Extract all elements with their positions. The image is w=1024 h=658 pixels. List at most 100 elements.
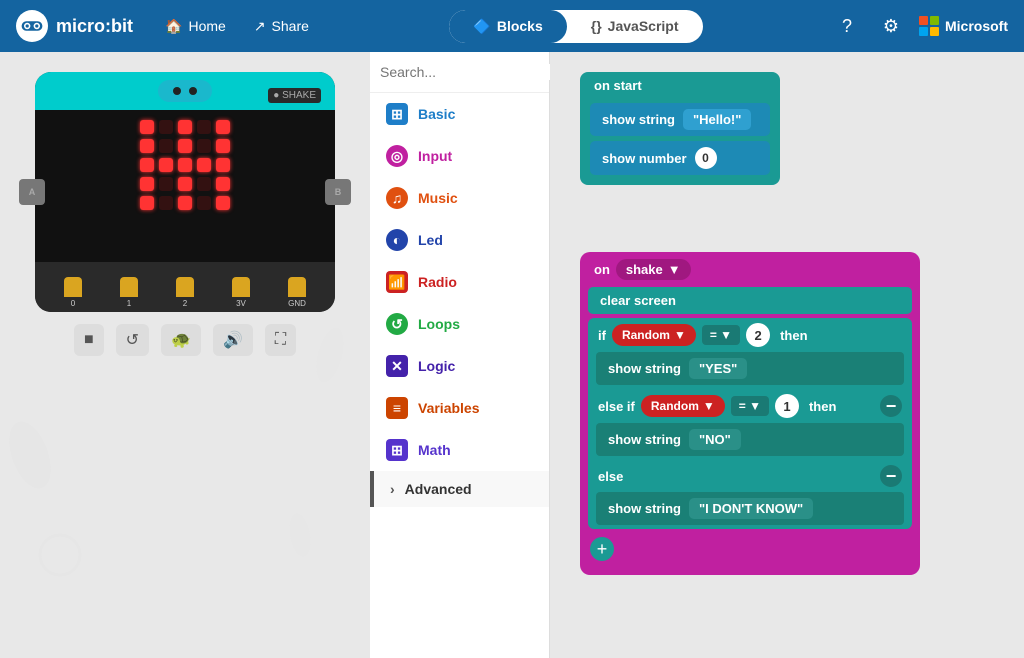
variables-label: Variables xyxy=(418,400,480,416)
advanced-label: Advanced xyxy=(405,481,472,497)
toolbox-item-logic[interactable]: ✕ Logic xyxy=(370,345,549,387)
show-number-row[interactable]: show number 0 xyxy=(590,141,770,175)
tab-group: 🔷 Blocks {} JavaScript xyxy=(449,10,702,43)
logo-text: micro:bit xyxy=(56,16,133,37)
oval-sensor xyxy=(158,80,212,102)
tab-blocks[interactable]: 🔷 Blocks xyxy=(449,10,566,43)
led-2-2 xyxy=(178,158,192,172)
show-string-row[interactable]: show string "Hello!" xyxy=(590,103,770,136)
if-block: if Random ▼ = ▼ 2 then xyxy=(588,318,912,529)
microbit-logo-icon xyxy=(16,10,48,42)
hello-string-value[interactable]: "Hello!" xyxy=(683,109,751,130)
on-start-header: on start xyxy=(580,72,780,99)
shake-container: on shake ▼ clear screen xyxy=(580,252,920,575)
music-icon: ♫ xyxy=(386,187,408,209)
logo-area: micro:bit xyxy=(16,10,133,42)
if-value-2[interactable]: 2 xyxy=(746,323,770,347)
led-4-1 xyxy=(159,196,173,210)
random-pill-2[interactable]: Random ▼ xyxy=(641,395,725,417)
fullscreen-button[interactable]: ⛶ xyxy=(265,324,296,356)
button-a[interactable]: A xyxy=(19,179,45,205)
else-if-operator-btn[interactable]: = ▼ xyxy=(731,396,769,416)
chevron-down-icon: › xyxy=(390,481,395,497)
led-4-2 xyxy=(178,196,192,210)
toolbox-item-advanced[interactable]: › Advanced xyxy=(370,471,549,507)
tab-javascript[interactable]: {} JavaScript xyxy=(567,10,703,43)
led-label: Led xyxy=(418,232,443,248)
loops-icon: ↺ xyxy=(386,313,408,335)
on-start-block: on start show string "Hello!" show numbe… xyxy=(580,72,780,185)
pin-3v: 3V xyxy=(232,277,250,308)
simulator-panel: ● SHAKE xyxy=(0,52,370,658)
else-remove-btn[interactable]: − xyxy=(880,465,902,487)
header-right: ? ⚙ Microsoft xyxy=(831,10,1008,42)
number-value-0[interactable]: 0 xyxy=(695,147,717,169)
add-block-btn[interactable]: + xyxy=(590,537,614,561)
slow-motion-button[interactable]: 🐢 xyxy=(161,324,201,356)
share-link[interactable]: ↗ Share xyxy=(242,12,321,41)
no-value[interactable]: "NO" xyxy=(689,429,741,450)
input-label: Input xyxy=(418,148,452,164)
led-2-1 xyxy=(159,158,173,172)
show-idk-block[interactable]: show string "I DON'T KNOW" xyxy=(596,492,904,525)
idk-value[interactable]: "I DON'T KNOW" xyxy=(689,498,813,519)
microsoft-logo: Microsoft xyxy=(919,16,1008,36)
yes-value[interactable]: "YES" xyxy=(689,358,747,379)
pins-row: 0 1 2 3V GND xyxy=(35,262,335,312)
toolbox-item-music[interactable]: ♫ Music xyxy=(370,177,549,219)
toolbox-item-math[interactable]: ⊞ Math xyxy=(370,429,549,471)
led-1-3 xyxy=(197,139,211,153)
toolbox-panel: 🔍 ⊞ Basic ◎ Input ♫ Music ◐ Led 📶 Radio xyxy=(370,52,550,658)
shake-label: ● SHAKE xyxy=(268,88,321,103)
led-4-0 xyxy=(140,196,154,210)
led-0-1 xyxy=(159,120,173,134)
led-2-0 xyxy=(140,158,154,172)
pin-0: 0 xyxy=(64,277,82,308)
led-icon: ◐ xyxy=(386,229,408,251)
blocks-canvas: on start show string "Hello!" show numbe… xyxy=(550,52,1024,658)
toolbox-item-radio[interactable]: 📶 Radio xyxy=(370,261,549,303)
toolbox-item-led[interactable]: ◐ Led xyxy=(370,219,549,261)
led-2-3 xyxy=(197,158,211,172)
led-grid xyxy=(140,120,230,210)
toolbox-items-list: ⊞ Basic ◎ Input ♫ Music ◐ Led 📶 Radio ↺ … xyxy=(370,93,549,658)
led-0-0 xyxy=(140,120,154,134)
math-icon: ⊞ xyxy=(386,439,408,461)
shake-dropdown[interactable]: shake ▼ xyxy=(616,259,691,280)
clear-screen-block[interactable]: clear screen xyxy=(588,287,912,314)
toolbox-item-variables[interactable]: ≡ Variables xyxy=(370,387,549,429)
sound-button[interactable]: 🔊 xyxy=(213,324,253,356)
random-pill-1[interactable]: Random ▼ xyxy=(612,324,696,346)
stop-button[interactable]: ■ xyxy=(74,324,104,356)
toolbox-item-loops[interactable]: ↺ Loops xyxy=(370,303,549,345)
search-input[interactable] xyxy=(380,64,561,80)
toolbox-item-input[interactable]: ◎ Input xyxy=(370,135,549,177)
logic-label: Logic xyxy=(418,358,455,374)
show-no-block[interactable]: show string "NO" xyxy=(596,423,904,456)
led-1-2 xyxy=(178,139,192,153)
pin-gnd: GND xyxy=(288,277,306,308)
add-row: + xyxy=(588,533,912,565)
button-b[interactable]: B xyxy=(325,179,351,205)
logic-icon: ✕ xyxy=(386,355,408,377)
then-label-2: then xyxy=(809,399,836,414)
then-label-1: then xyxy=(780,328,807,343)
on-start-body: show string "Hello!" show number 0 xyxy=(580,99,780,185)
variables-icon: ≡ xyxy=(386,397,408,419)
toolbox-item-basic[interactable]: ⊞ Basic xyxy=(370,93,549,135)
else-if-remove-btn[interactable]: − xyxy=(880,395,902,417)
help-button[interactable]: ? xyxy=(831,10,863,42)
if-row: if Random ▼ = ▼ 2 then xyxy=(588,318,912,352)
led-4-4 xyxy=(216,196,230,210)
pin-2: 2 xyxy=(176,277,194,308)
music-label: Music xyxy=(418,190,458,206)
if-operator-btn[interactable]: = ▼ xyxy=(702,325,740,345)
show-yes-block[interactable]: show string "YES" xyxy=(596,352,904,385)
home-link[interactable]: 🏠 Home xyxy=(153,12,238,41)
led-3-3 xyxy=(197,177,211,191)
settings-button[interactable]: ⚙ xyxy=(875,10,907,42)
else-if-value-1[interactable]: 1 xyxy=(775,394,799,418)
led-0-3 xyxy=(197,120,211,134)
restart-button[interactable]: ↺ xyxy=(116,324,149,356)
home-icon: 🏠 xyxy=(165,18,182,35)
